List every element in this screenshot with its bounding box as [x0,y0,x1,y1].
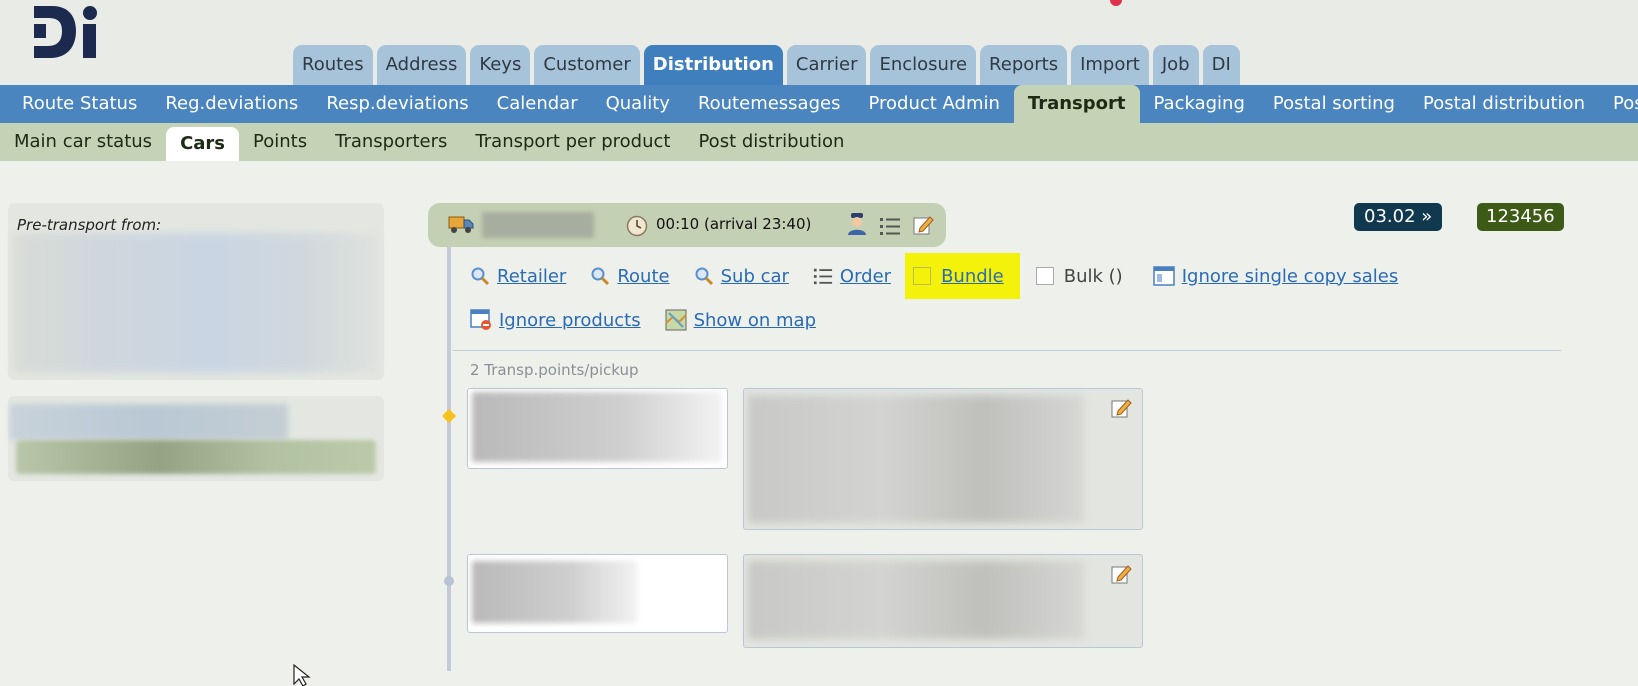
subnav-main-car-status[interactable]: Main car status [0,123,166,161]
edit-icon[interactable] [1110,397,1132,419]
magnifier-icon [695,267,713,286]
bundle-label: Bundle [941,265,1004,287]
tab-reports[interactable]: Reports [980,45,1068,85]
bulk-option[interactable]: Bulk () [1035,265,1123,287]
tab-address[interactable]: Address [376,45,467,85]
ignore-single-label: Ignore single copy sales [1181,265,1399,287]
secondary-nav: Route Status Reg.deviations Resp.deviati… [0,85,1638,123]
pre-transport-card: Pre-transport from: [8,203,384,380]
sub-car-link[interactable]: Sub car [694,266,789,287]
mouse-cursor-icon [293,664,311,686]
sub-car-label: Sub car [720,265,789,287]
nav-calendar[interactable]: Calendar [483,85,592,123]
order-link[interactable]: Order [813,266,891,287]
point-info-card-1 [743,388,1143,530]
redacted-content [472,561,637,623]
nav-resp-deviations[interactable]: Resp.deviations [312,85,482,123]
nav-transport[interactable]: Transport [1013,85,1140,123]
nav-quality[interactable]: Quality [592,85,684,123]
retailer-label: Retailer [497,265,567,287]
nav-postal-sorting[interactable]: Postal sorting [1259,85,1409,123]
route-label: Route [617,265,670,287]
action-row-1: Retailer Route Sub car Order Bundle Bulk… [470,253,1422,299]
redacted-content [10,404,288,440]
subnav-points[interactable]: Points [239,123,321,161]
tab-carrier[interactable]: Carrier [786,45,867,85]
timeline-marker-icon [444,576,454,586]
tab-di[interactable]: DI [1202,45,1240,85]
nav-routemessages[interactable]: Routemessages [684,85,855,123]
car-departure-time: 00:10 (arrival 23:40) [656,215,812,233]
list-icon[interactable] [879,215,901,237]
bulk-label: Bulk () [1063,265,1123,287]
bundle-link[interactable]: Bundle [913,266,1004,287]
transport-point-card-2[interactable] [467,554,728,633]
redacted-content [13,233,379,373]
car-number-badge: 123456 [1477,203,1564,231]
clock-icon [626,215,648,237]
timeline-line [447,247,451,671]
tab-routes[interactable]: Routes [293,45,373,85]
redacted-content [472,392,722,462]
transport-point-card-1[interactable] [467,388,728,469]
map-icon [664,309,687,331]
divider [453,350,1561,351]
nav-postal-distribution[interactable]: Postal distribution [1409,85,1599,123]
route-link[interactable]: Route [590,265,670,287]
nav-postal[interactable]: Postal [1599,85,1638,123]
show-on-map-label: Show on map [693,309,817,331]
tab-distribution[interactable]: Distribution [643,45,783,85]
ignore-products-icon [470,309,491,330]
sub-nav: Main car status Cars Points Transporters… [0,123,1638,161]
redacted-car-id [482,212,594,238]
tab-keys[interactable]: Keys [470,45,531,85]
left-info-card [8,396,384,481]
magnifier-icon [471,267,490,286]
subnav-transport-per-product[interactable]: Transport per product [461,123,684,161]
pre-transport-label: Pre-transport from: [17,216,162,234]
redacted-content [748,561,1084,639]
bulk-checkbox[interactable] [1035,267,1054,285]
nav-reg-deviations[interactable]: Reg.deviations [151,85,312,123]
points-count-label: 2 Transp.points/pickup [470,361,639,379]
retailer-link[interactable]: Retailer [470,266,566,287]
action-row-2: Ignore products Show on map [470,303,840,337]
driver-icon[interactable] [846,212,868,236]
subnav-cars[interactable]: Cars [166,127,240,161]
status-indicator-icon [1110,0,1122,6]
redacted-content [16,440,376,474]
ignore-products-label: Ignore products [499,309,641,331]
date-badge[interactable]: 03.02 » [1354,203,1443,231]
tab-customer[interactable]: Customer [534,45,640,85]
car-header: 00:10 (arrival 23:40) [428,203,946,247]
subnav-post-distribution[interactable]: Post distribution [684,123,858,161]
ignore-single-copy-sales-link[interactable]: Ignore single copy sales [1152,265,1399,287]
subnav-transporters[interactable]: Transporters [321,123,461,161]
edit-icon[interactable] [1110,563,1132,585]
show-on-map-link[interactable]: Show on map [664,309,817,331]
ignore-products-link[interactable]: Ignore products [470,309,641,331]
tab-import[interactable]: Import [1071,45,1149,85]
truck-icon [448,216,474,233]
bundle-checkbox[interactable] [913,267,932,285]
tab-job[interactable]: Job [1152,45,1199,85]
redacted-content [748,395,1084,523]
nav-packaging[interactable]: Packaging [1140,85,1259,123]
edit-icon[interactable] [912,214,934,236]
list-icon [813,268,833,285]
order-label: Order [839,265,892,287]
nav-product-admin[interactable]: Product Admin [854,85,1013,123]
di-logo [34,6,97,58]
nav-route-status[interactable]: Route Status [8,85,151,123]
app-header: Routes Address Keys Customer Distributio… [0,0,1638,85]
magnifier-icon [591,267,610,286]
top-tab-bar: Routes Address Keys Customer Distributio… [293,45,1240,85]
bundle-highlight: Bundle [905,253,1020,299]
timeline-marker-active-icon [442,409,456,423]
point-info-card-2 [743,554,1143,648]
tab-enclosure[interactable]: Enclosure [870,45,977,85]
window-icon [1152,266,1175,286]
